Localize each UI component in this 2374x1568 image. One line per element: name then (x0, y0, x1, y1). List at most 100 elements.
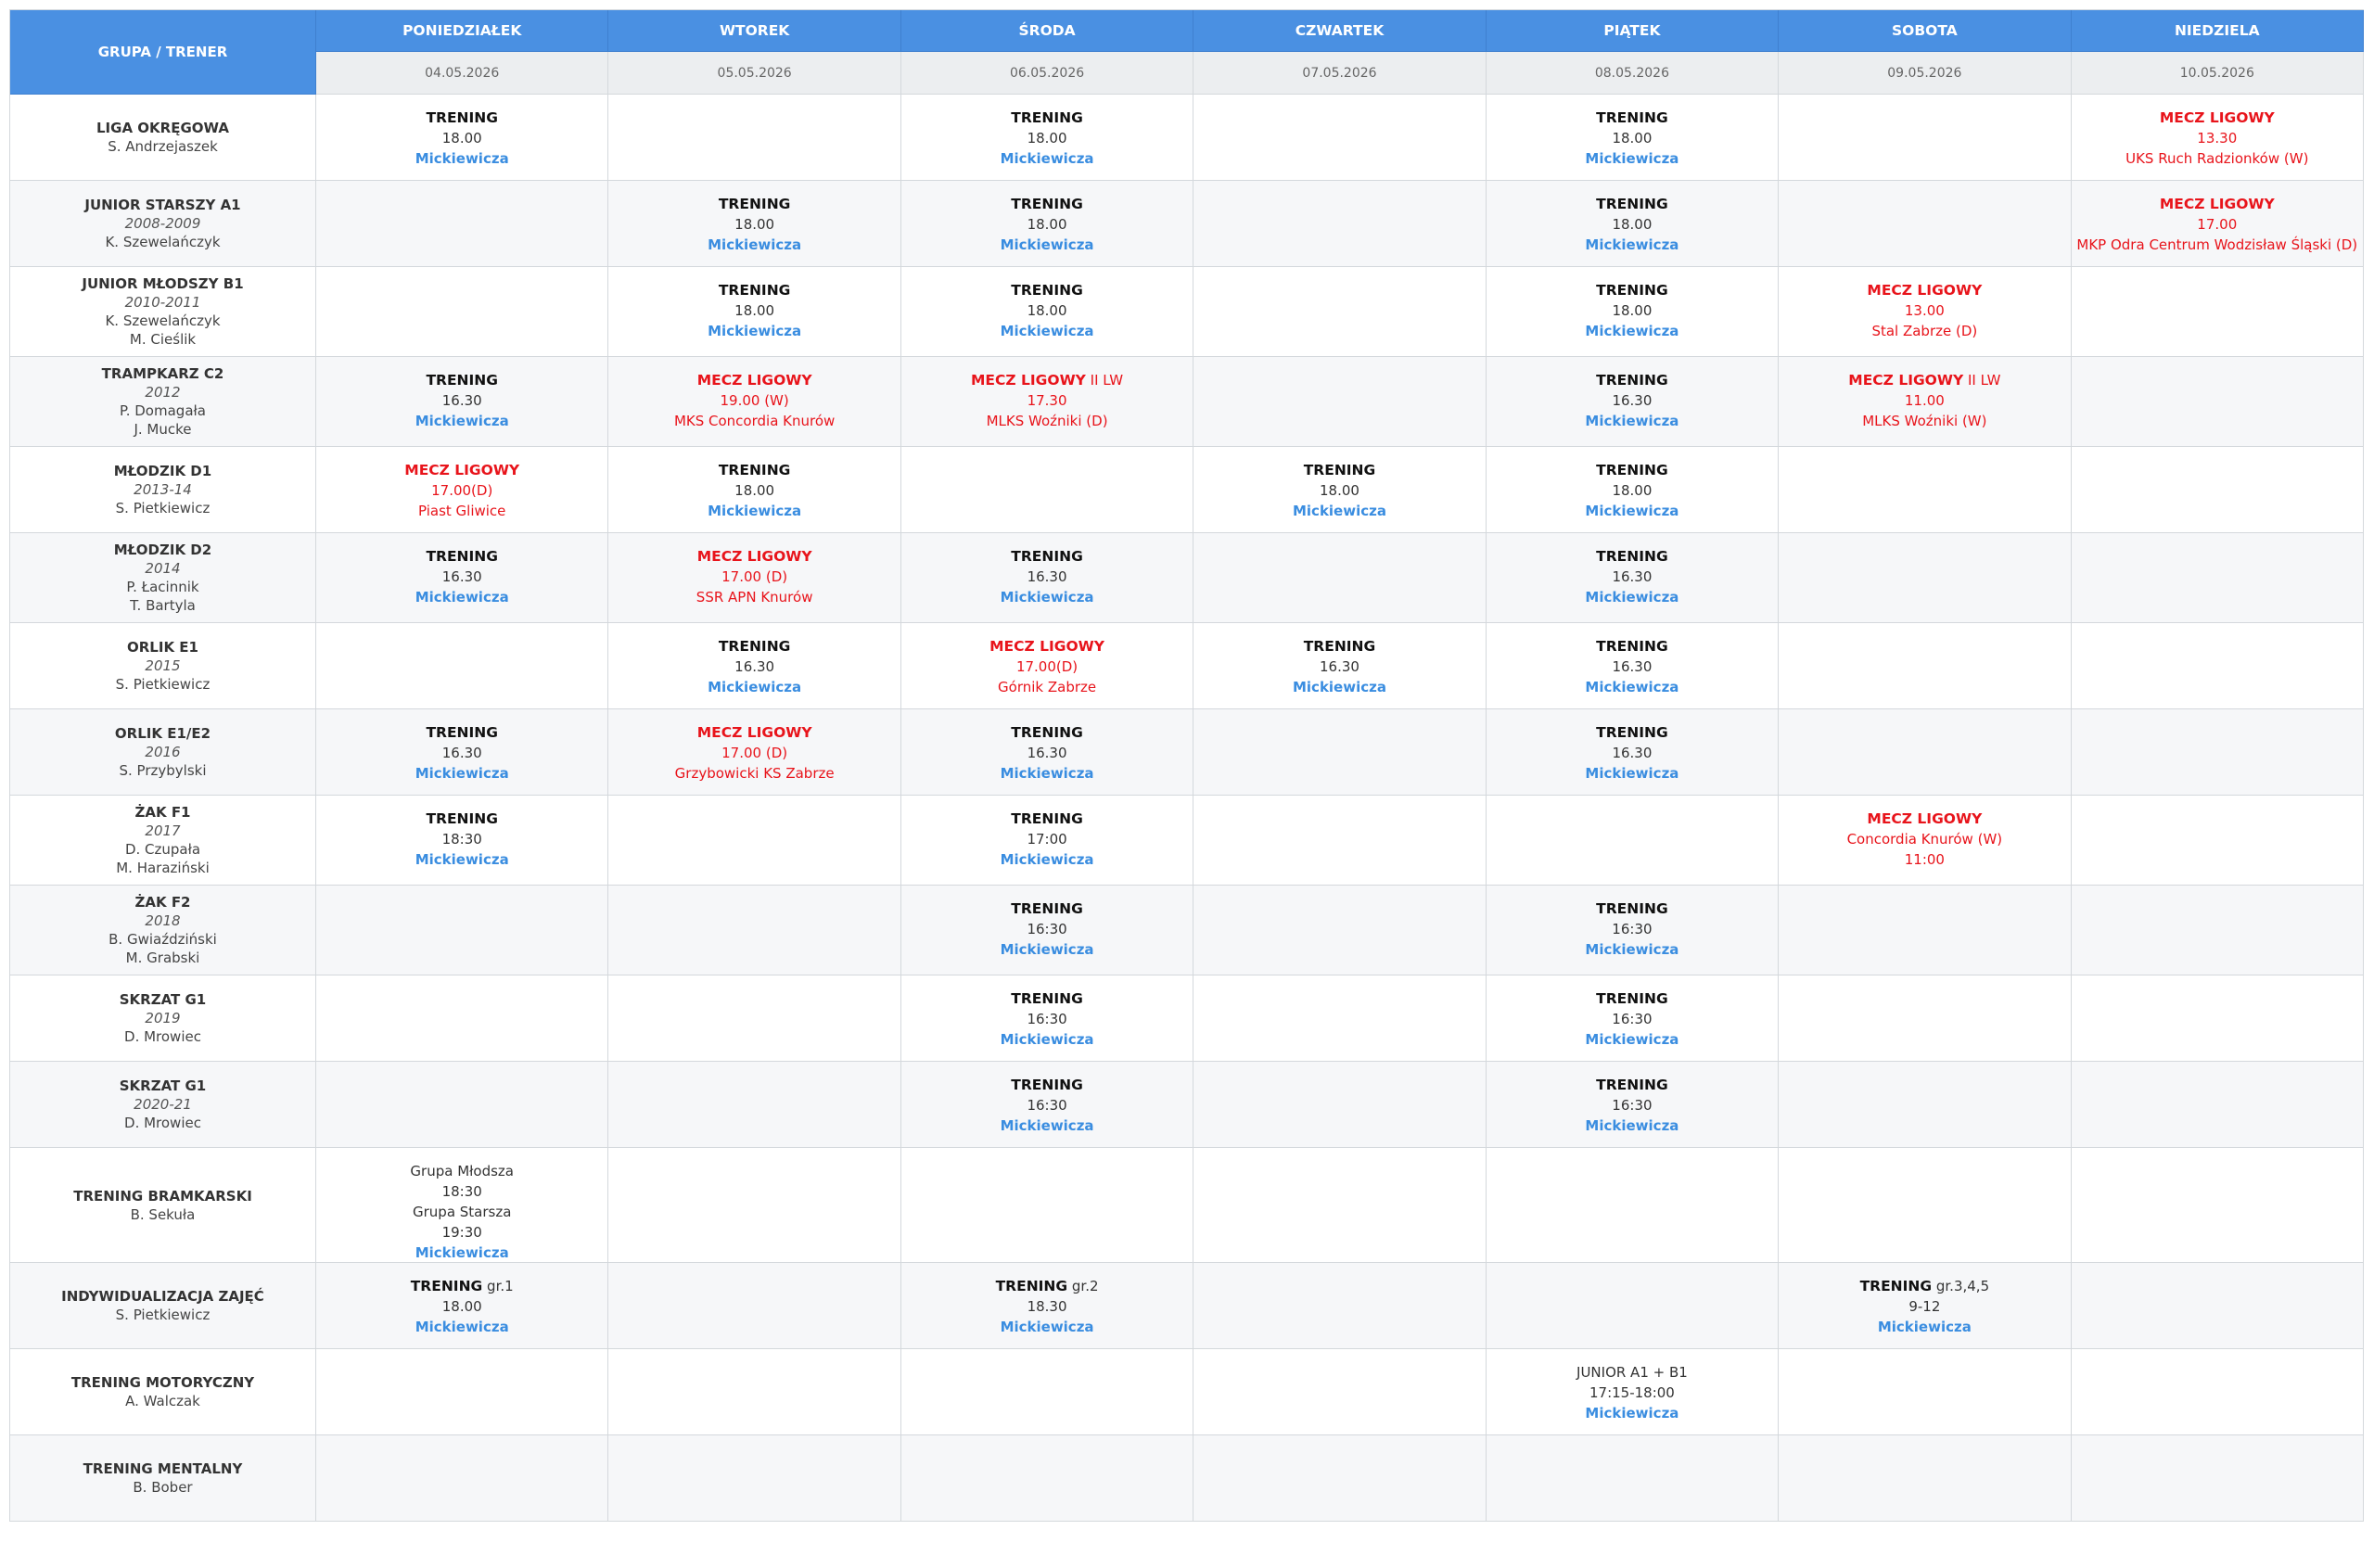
schedule-cell-training[interactable]: TRENING 16.30 Mickiewicza (1486, 709, 1780, 796)
match-opponent: Concordia Knurów (W) (1846, 831, 2003, 848)
location-link[interactable]: Mickiewicza (1001, 1029, 1094, 1050)
schedule-cell-training[interactable]: TRENING gr.3,4,5 9-12 Mickiewicza (1779, 1263, 2072, 1349)
location-link[interactable]: Mickiewicza (1001, 1115, 1094, 1136)
location-link[interactable]: Mickiewicza (1585, 677, 1678, 697)
location-link[interactable]: Mickiewicza (415, 1317, 509, 1337)
schedule-cell-training[interactable]: TRENING 16:30 Mickiewicza (900, 886, 1194, 975)
schedule-cell-training[interactable]: TRENING 18.00 Mickiewicza (1486, 181, 1780, 267)
schedule-cell-empty (1779, 95, 2072, 181)
match-opponent: Grzybowicki KS Zabrze (674, 765, 835, 782)
location-link[interactable]: Mickiewicza (1585, 1029, 1678, 1050)
location-link[interactable]: Mickiewicza (1001, 235, 1094, 255)
location-link[interactable]: Mickiewicza (1878, 1317, 1972, 1337)
location-link[interactable]: Mickiewicza (415, 1243, 509, 1263)
schedule-cell-training[interactable]: TRENING 16.30 Mickiewicza (1486, 533, 1780, 623)
location-link[interactable]: Mickiewicza (415, 148, 509, 169)
location-link[interactable]: Mickiewicza (1001, 148, 1094, 169)
schedule-cell-match[interactable]: MECZ LIGOWY II LW 11.00 MLKS Woźniki (W) (1779, 357, 2072, 447)
schedule-cell-training[interactable]: TRENING 18:30 Mickiewicza (316, 796, 609, 886)
schedule-cell-training[interactable]: TRENING 16.30 Mickiewicza (608, 623, 901, 709)
schedule-cell-training[interactable]: TRENING gr.1 18.00 Mickiewicza (316, 1263, 609, 1349)
location-link[interactable]: Mickiewicza (1293, 501, 1386, 521)
event-time: 16:30 (1027, 921, 1067, 937)
schedule-cell-training[interactable]: TRENING 18.00 Mickiewicza (316, 95, 609, 181)
schedule-cell-training[interactable]: TRENING 16.30 Mickiewicza (316, 357, 609, 447)
day-header: PONIEDZIAŁEK (316, 10, 609, 52)
location-link[interactable]: Mickiewicza (415, 587, 509, 607)
event-line: 18:30 (441, 1183, 482, 1200)
schedule-cell-plain[interactable]: JUNIOR A1 + B1 17:15-18:00 Mickiewicza (1486, 1349, 1780, 1435)
location-link[interactable]: Mickiewicza (708, 321, 801, 341)
schedule-cell-training[interactable]: TRENING 18.00 Mickiewicza (900, 181, 1194, 267)
schedule-cell-match[interactable]: MECZ LIGOWY 17.00(D) Piast Gliwice (316, 447, 609, 533)
location-link[interactable]: Mickiewicza (708, 501, 801, 521)
schedule-cell-match[interactable]: MECZ LIGOWY 19.00 (W) MKS Concordia Knurów (608, 357, 901, 447)
location-link[interactable]: Mickiewicza (1001, 587, 1094, 607)
schedule-cell-training[interactable]: TRENING 16:30 Mickiewicza (1486, 975, 1780, 1062)
event-header: TRENING (1596, 370, 1668, 390)
location-link[interactable]: Mickiewicza (1585, 1403, 1678, 1423)
event-time: 16.30 (1027, 568, 1067, 585)
schedule-cell-training[interactable]: TRENING 16:30 Mickiewicza (900, 1062, 1194, 1148)
location-link[interactable]: Mickiewicza (1001, 763, 1094, 784)
schedule-cell-match[interactable]: MECZ LIGOWY 13.00 Stal Zabrze (D) (1779, 267, 2072, 357)
schedule-cell-training[interactable]: TRENING 18.00 Mickiewicza (900, 267, 1194, 357)
event-time: 16.30 (441, 392, 482, 409)
location-link[interactable]: Mickiewicza (415, 411, 509, 431)
location-link[interactable]: Mickiewicza (1585, 1115, 1678, 1136)
location-link[interactable]: Mickiewicza (1001, 1317, 1094, 1337)
day-date: 04.05.2026 (316, 52, 609, 95)
schedule-cell-empty (608, 975, 901, 1062)
location-link[interactable]: Mickiewicza (1585, 501, 1678, 521)
schedule-cell-match[interactable]: MECZ LIGOWY Concordia Knurów (W) 11:00 (1779, 796, 2072, 886)
group-cell: JUNIOR MŁODSZY B1 2010-2011 K. Szewelańczy… (10, 267, 316, 357)
match-opponent: MLKS Woźniki (W) (1862, 413, 1987, 429)
location-link[interactable]: Mickiewicza (1293, 677, 1386, 697)
location-link[interactable]: Mickiewicza (415, 849, 509, 870)
location-link[interactable]: Mickiewicza (708, 235, 801, 255)
schedule-cell-plain[interactable]: Grupa Młodsza 18:30 Grupa Starsza 19:30 Mick… (316, 1148, 609, 1263)
match-opponent: SSR APN Knurów (696, 589, 813, 606)
schedule-cell-match[interactable]: MECZ LIGOWY 17.00 (D) Grzybowicki KS Zabrz… (608, 709, 901, 796)
schedule-cell-match[interactable]: MECZ LIGOWY 17.00 (D) SSR APN Knurów (608, 533, 901, 623)
schedule-cell-match[interactable]: MECZ LIGOWY II LW 17.30 MLKS Woźniki (D) (900, 357, 1194, 447)
location-link[interactable]: Mickiewicza (1585, 235, 1678, 255)
coach-name: S. Pietkiewicz (115, 500, 211, 516)
schedule-cell-match[interactable]: MECZ LIGOWY 17.00(D) Górnik Zabrze (900, 623, 1194, 709)
schedule-cell-training[interactable]: TRENING 16:30 Mickiewicza (1486, 886, 1780, 975)
location-link[interactable]: Mickiewicza (1585, 763, 1678, 784)
schedule-cell-training[interactable]: TRENING 18.00 Mickiewicza (900, 95, 1194, 181)
location-link[interactable]: Mickiewicza (1585, 939, 1678, 960)
location-link[interactable]: Mickiewicza (415, 763, 509, 784)
schedule-cell-training[interactable]: TRENING 18.00 Mickiewicza (608, 181, 901, 267)
schedule-cell-training[interactable]: TRENING 16.30 Mickiewicza (316, 709, 609, 796)
location-link[interactable]: Mickiewicza (1001, 939, 1094, 960)
schedule-cell-training[interactable]: TRENING gr.2 18.30 Mickiewicza (900, 1263, 1194, 1349)
schedule-cell-training[interactable]: TRENING 17:00 Mickiewicza (900, 796, 1194, 886)
schedule-cell-training[interactable]: TRENING 16:30 Mickiewicza (900, 975, 1194, 1062)
schedule-cell-empty (2071, 1062, 2364, 1148)
location-link[interactable]: Mickiewicza (1001, 849, 1094, 870)
location-link[interactable]: Mickiewicza (1585, 587, 1678, 607)
location-link[interactable]: Mickiewicza (1585, 148, 1678, 169)
schedule-cell-training[interactable]: TRENING 16.30 Mickiewicza (1486, 357, 1780, 447)
schedule-cell-training[interactable]: TRENING 16:30 Mickiewicza (1486, 1062, 1780, 1148)
location-link[interactable]: Mickiewicza (1585, 321, 1678, 341)
schedule-cell-training[interactable]: TRENING 16.30 Mickiewicza (900, 709, 1194, 796)
schedule-cell-match[interactable]: MECZ LIGOWY 13.30 UKS Ruch Radzionków (W) (2071, 95, 2364, 181)
schedule-cell-training[interactable]: TRENING 16.30 Mickiewicza (900, 533, 1194, 623)
schedule-cell-training[interactable]: TRENING 18.00 Mickiewicza (608, 267, 901, 357)
location-link[interactable]: Mickiewicza (708, 677, 801, 697)
schedule-cell-training[interactable]: TRENING 18.00 Mickiewicza (1486, 447, 1780, 533)
schedule-cell-training[interactable]: TRENING 18.00 Mickiewicza (1193, 447, 1487, 533)
schedule-cell-training[interactable]: TRENING 18.00 Mickiewicza (1486, 267, 1780, 357)
schedule-cell-training[interactable]: TRENING 16.30 Mickiewicza (316, 533, 609, 623)
schedule-cell-match[interactable]: MECZ LIGOWY 17.00 MKP Odra Centrum Wodzisł… (2071, 181, 2364, 267)
location-link[interactable]: Mickiewicza (1001, 321, 1094, 341)
schedule-cell-training[interactable]: TRENING 16.30 Mickiewicza (1193, 623, 1487, 709)
location-link[interactable]: Mickiewicza (1585, 411, 1678, 431)
schedule-cell-training[interactable]: TRENING 18.00 Mickiewicza (608, 447, 901, 533)
schedule-cell-training[interactable]: TRENING 16.30 Mickiewicza (1486, 623, 1780, 709)
schedule-cell-training[interactable]: TRENING 18.00 Mickiewicza (1486, 95, 1780, 181)
match-label: MECZ LIGOWY (1848, 372, 1964, 389)
